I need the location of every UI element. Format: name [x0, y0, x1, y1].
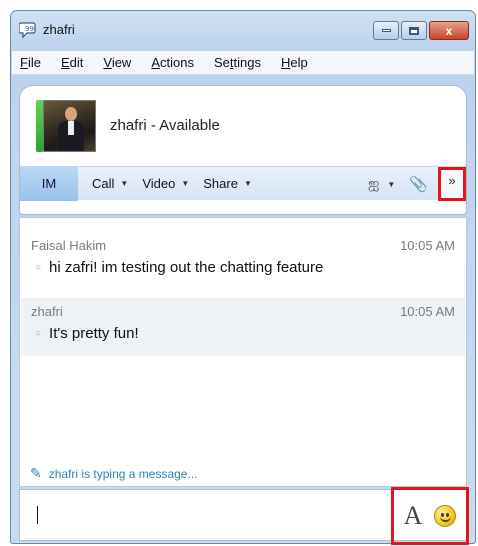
message-item: Faisal Hakim 10:05 AM ○ hi zafri! im tes…	[21, 232, 465, 292]
minimize-icon	[381, 29, 391, 32]
share-label: Share	[203, 176, 238, 191]
text-cursor	[37, 506, 38, 524]
menu-file[interactable]: File	[20, 55, 41, 70]
menu-settings-label: tings	[233, 55, 261, 70]
avatar-shirt	[68, 121, 74, 135]
presence-indicator	[36, 100, 43, 152]
message-time: 10:05 AM	[400, 238, 455, 253]
message-header: Faisal Hakim 10:05 AM	[31, 238, 455, 253]
message-header: zhafri 10:05 AM	[31, 304, 455, 319]
share-button[interactable]: Share ▼	[203, 176, 252, 191]
message-item: zhafri 10:05 AM ○ It's pretty fun!	[21, 298, 465, 356]
im-tab-label: IM	[41, 176, 57, 191]
message-body: ○ It's pretty fun!	[31, 325, 455, 342]
chevron-down-icon: ▼	[243, 179, 252, 188]
close-button[interactable]: x	[429, 21, 469, 40]
video-label: Video	[142, 176, 176, 191]
message-text: hi zafri! im testing out the chatting fe…	[49, 259, 324, 276]
font-button[interactable]: A	[404, 501, 423, 531]
menu-view-accel: V	[103, 55, 112, 70]
menu-help-accel: H	[280, 55, 291, 70]
call-button[interactable]: Call ▼	[92, 176, 128, 191]
smile-mouth	[440, 516, 452, 522]
svg-text:99: 99	[25, 25, 34, 33]
menu-actions[interactable]: Actions	[151, 55, 194, 70]
avatar	[43, 100, 96, 152]
more-options-button[interactable]: »	[438, 167, 466, 201]
chat-window: 99 zhafri x File Edit View Actions Setti…	[10, 10, 476, 545]
message-input[interactable]: A	[19, 487, 469, 545]
contact-avatar-group[interactable]	[36, 100, 96, 152]
emoticon-icon[interactable]	[434, 505, 457, 527]
menu-help[interactable]: Help	[281, 55, 308, 70]
title-bar[interactable]: 99 zhafri x	[11, 11, 475, 51]
chevron-down-icon: ▼	[387, 179, 396, 189]
attachment-icon[interactable]: 📎	[409, 175, 428, 193]
message-time: 10:05 AM	[400, 304, 455, 319]
contact-card: zhafri - Available IM Call ▼ Video ▼ Share…	[19, 85, 467, 215]
message-text: It's pretty fun!	[49, 325, 139, 342]
chevron-down-icon: ▼	[120, 179, 129, 188]
message-sender: zhafri	[31, 304, 63, 319]
input-format-controls: A	[391, 487, 469, 545]
conversation-history[interactable]: Faisal Hakim 10:05 AM ○ hi zafri! im tes…	[19, 217, 467, 487]
menu-view-label: iew	[111, 55, 132, 70]
menu-settings-pre: Se	[213, 55, 230, 70]
window-controls: x	[373, 21, 469, 40]
menu-edit[interactable]: Edit	[61, 55, 83, 70]
chat-app-icon: 99	[19, 22, 36, 39]
menu-settings[interactable]: Settings	[214, 55, 261, 70]
chevron-down-icon: ▼	[181, 179, 190, 188]
maximize-button[interactable]	[401, 21, 427, 40]
contact-status: zhafri - Available	[110, 117, 220, 134]
typing-pencil-icon: ✎	[30, 465, 42, 481]
typing-text: zhafri is typing a message...	[48, 466, 198, 481]
maximize-icon	[409, 26, 419, 35]
message-body: ○ hi zafri! im testing out the chatting …	[31, 259, 455, 276]
typing-indicator: ✎ zhafri is typing a message...	[30, 465, 197, 482]
menu-help-label: elp	[290, 55, 308, 70]
call-label: Call	[92, 176, 115, 191]
menu-actions-label: ctions	[160, 55, 194, 70]
toolbar-right-group: ஐ ▼ 📎 »	[354, 167, 466, 201]
message-sender: Faisal Hakim	[31, 238, 107, 253]
menu-edit-label: dit	[69, 55, 84, 70]
bullet-icon: ○	[35, 328, 42, 339]
minimize-button[interactable]	[373, 21, 399, 40]
bullet-icon: ○	[35, 262, 42, 273]
menu-view[interactable]: View	[103, 55, 131, 70]
people-icon: ஐ	[368, 174, 380, 191]
menu-file-label: ile	[27, 55, 41, 70]
avatar-head	[65, 107, 77, 121]
window-title: zhafri	[43, 22, 75, 37]
menu-actions-accel: A	[151, 55, 160, 70]
close-icon: x	[445, 23, 453, 38]
chevron-double-right-icon: »	[448, 173, 456, 188]
im-tab[interactable]: IM	[20, 166, 78, 201]
video-button[interactable]: Video ▼	[142, 176, 189, 191]
menu-file-accel: F	[20, 55, 28, 70]
menu-edit-accel: E	[60, 55, 70, 70]
conversation-toolbar: IM Call ▼ Video ▼ Share ▼ ஐ ▼ 📎 »	[20, 166, 466, 201]
menu-bar: File Edit View Actions Settings Help	[12, 51, 474, 75]
add-participants-button[interactable]: ஐ ▼	[368, 175, 395, 194]
